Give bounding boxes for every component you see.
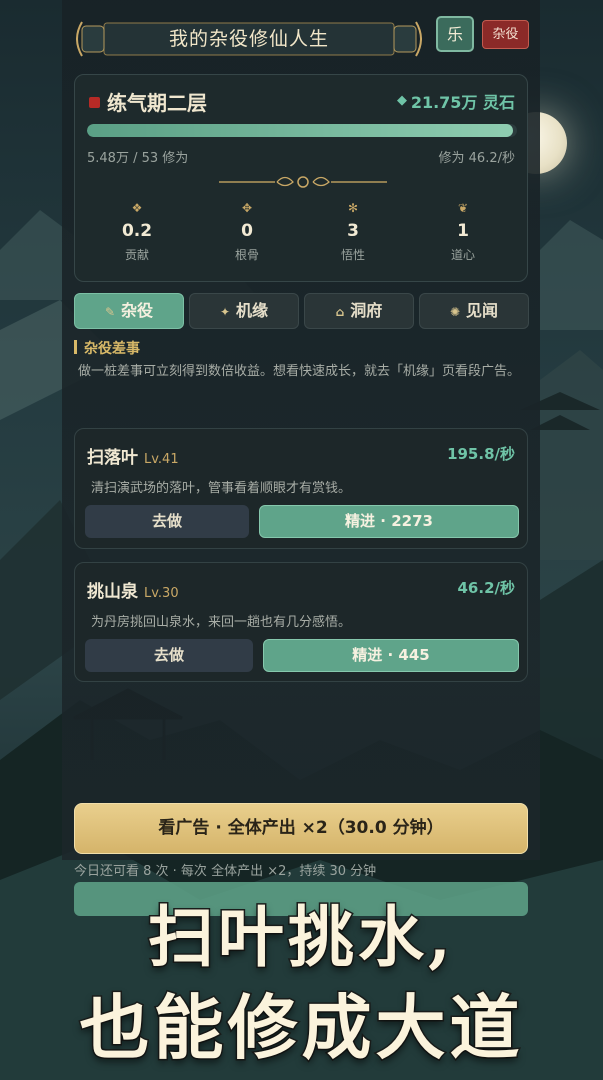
spirit-stone-icon: ◆ [397,93,407,108]
stat-contribution: ❖ 0.2 贡献 [97,201,177,263]
job-upgrade-button[interactable]: 精进 · 445 [263,639,519,672]
realm-title: 练气期二层 [107,91,207,115]
cultivation-progress-bar [87,124,517,137]
stat-insight: ✻ 3 悟性 [313,201,393,263]
watch-ad-button[interactable]: 看广告 · 全体产出 ×2（30.0 分钟） [74,803,528,854]
tab-cave[interactable]: ⌂ 洞府 [304,293,414,329]
cultivation-progress-text: 5.48万 / 53 修为 [87,151,189,166]
stat-dao-heart: ❦ 1 道心 [423,201,503,263]
job-level: Lv.41 [144,452,179,467]
job-upgrade-button[interactable]: 精进 · 2273 [259,505,519,538]
job-name: 扫落叶 Lv.41 [87,448,179,468]
section-description: 做一桩差事可立刻得到数倍收益。想看快速成长，就去「机缘」页看段广告。 [78,364,521,379]
cave-icon: ⌂ [335,305,345,319]
app-title: 我的杂役修仙人生 [168,28,329,50]
tab-chores[interactable]: ✎ 杂役 [74,293,184,329]
job-description: 清扫演武场的落叶，管事看着顺眼才有赏钱。 [91,481,352,496]
stat-bone: ✥ 0 根骨 [207,201,287,263]
spirit-stone-count: 21.75万 灵石 [410,93,515,112]
music-toggle-button[interactable]: 乐 [436,16,474,52]
insight-icon: ✻ [347,201,359,215]
cultivation-status-card: 练气期二层 ◆ 21.75万 灵石 5.48万 / 53 修为 修为 46.2/… [74,74,528,282]
job-rate: 46.2/秒 [457,579,516,597]
job-rate: 195.8/秒 [447,445,515,463]
scroll-icon: ✺ [449,305,461,319]
job-card-sweep-leaves: 扫落叶 Lv.41 195.8/秒 清扫演武场的落叶，管事看着顺眼才有赏钱。 去做… [74,428,528,549]
cultivation-rate: 修为 46.2/秒 [438,151,515,166]
section-title: 杂役差事 [84,341,140,357]
seal-icon [89,97,100,108]
broom-icon: ✎ [104,305,116,319]
sparkle-icon: ✦ [219,305,231,319]
job-go-button[interactable]: 去做 [85,639,253,672]
job-description: 为丹房挑回山泉水，来回一趟也有几分感悟。 [91,615,352,630]
section-marker [74,340,77,354]
tab-insights[interactable]: ✺ 见闻 [419,293,529,329]
ad-note: 今日还可看 8 次 · 每次 全体产出 ×2，持续 30 分钟 [74,864,377,879]
job-level: Lv.30 [144,586,179,601]
tab-fortune[interactable]: ✦ 机缘 [189,293,299,329]
cultivation-progress-fill [87,124,513,137]
cloud-ornament [219,176,387,188]
job-name: 挑山泉 Lv.30 [87,582,179,602]
contribution-icon: ❖ [131,201,143,215]
promo-headline-line2: 也能修成大道 [78,985,524,1071]
chore-mode-button[interactable]: 杂役 [482,20,529,49]
bone-icon: ✥ [241,201,253,215]
job-go-button[interactable]: 去做 [85,505,249,538]
promo-headline-line1: 扫叶挑水, [147,897,455,978]
job-card-carry-water: 挑山泉 Lv.30 46.2/秒 为丹房挑回山泉水，来回一趟也有几分感悟。 去做 … [74,562,528,682]
heart-icon: ❦ [457,201,469,215]
